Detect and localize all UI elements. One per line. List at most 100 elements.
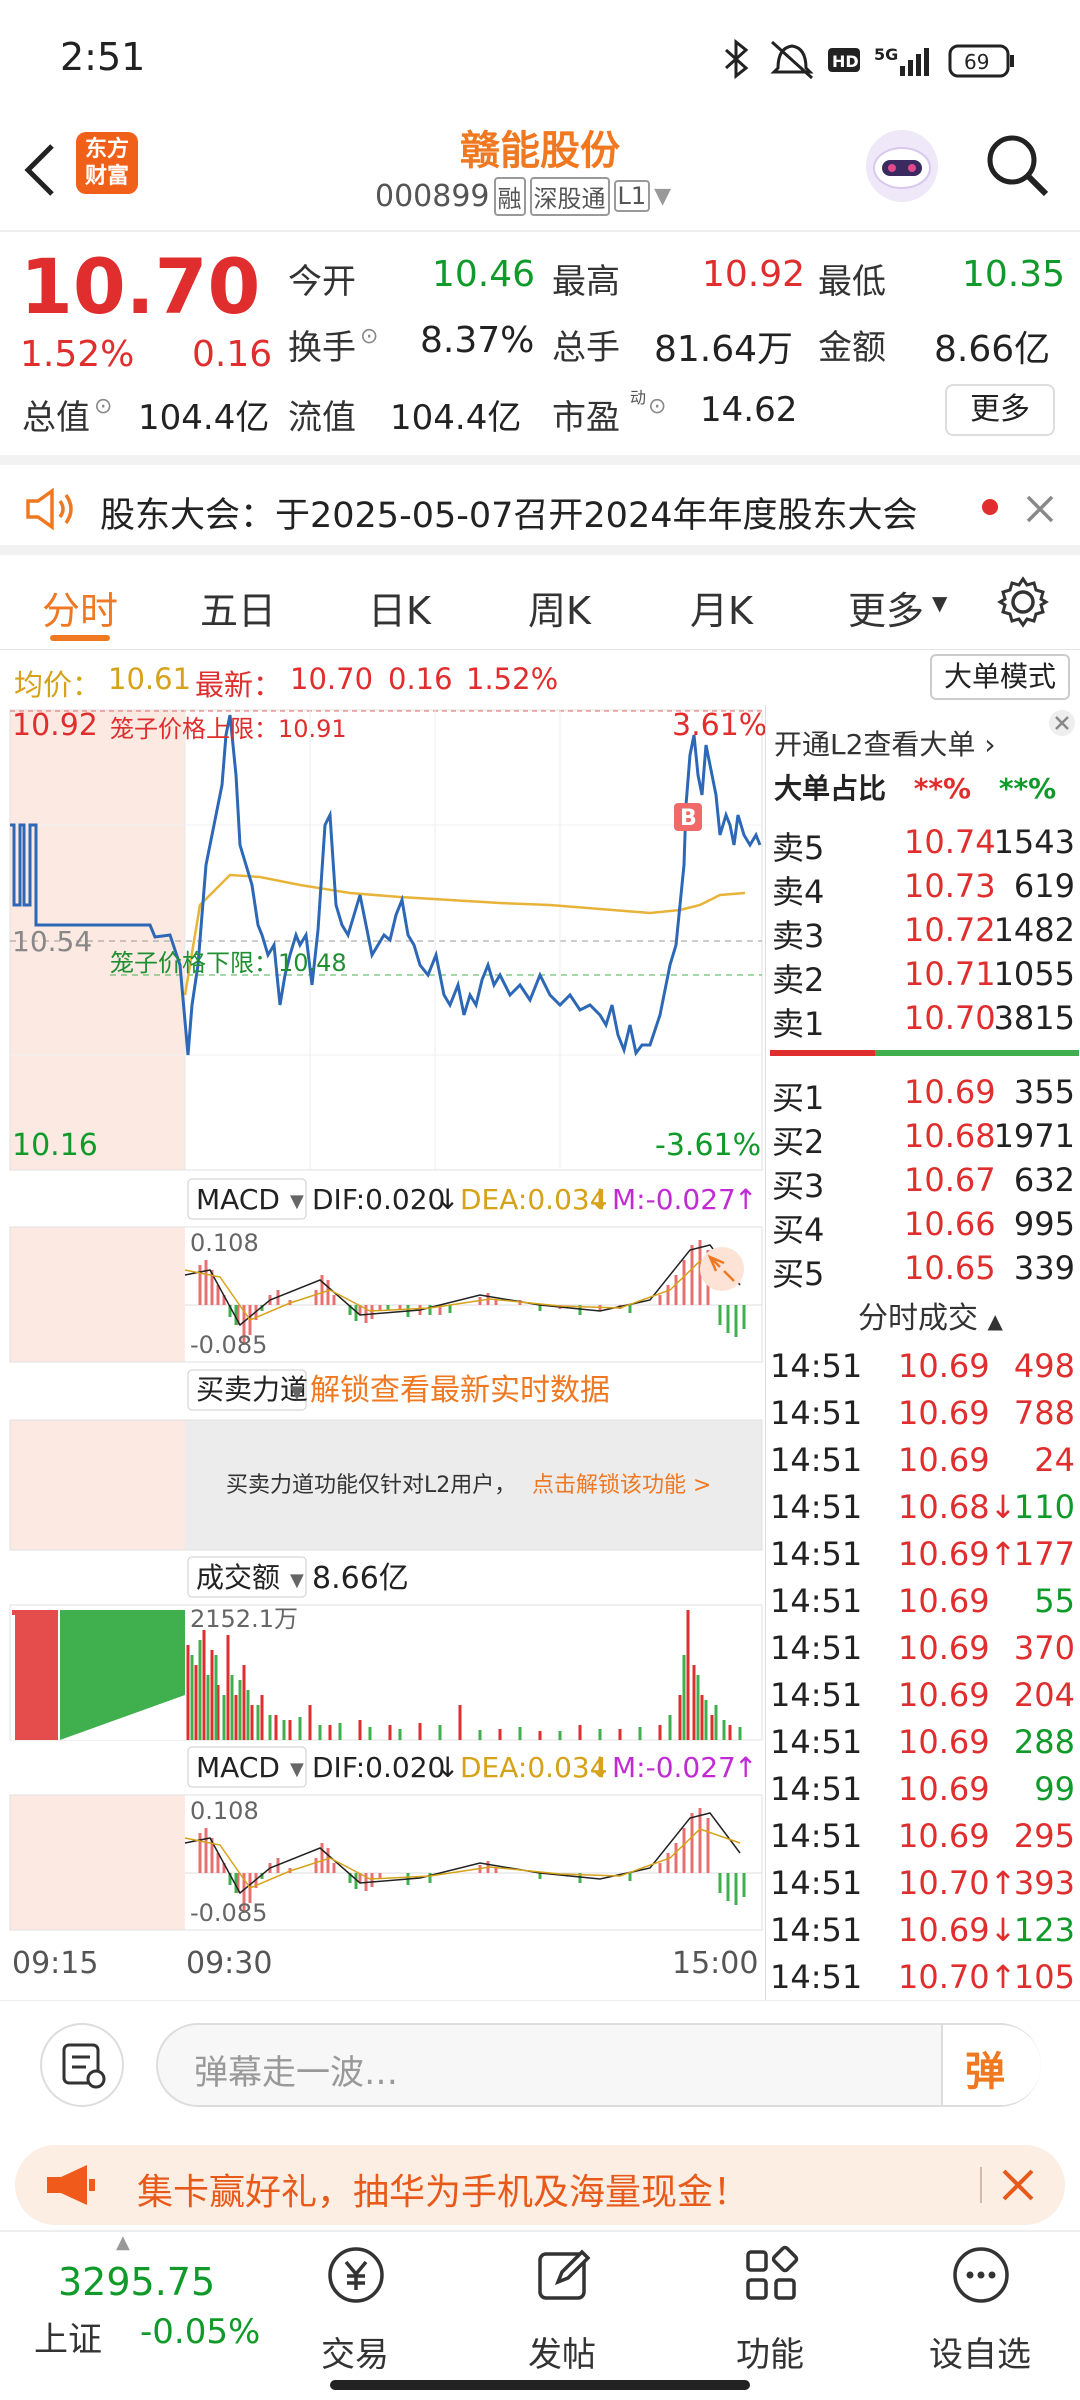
info-icon[interactable]: ⊙ xyxy=(94,394,112,419)
search-icon[interactable] xyxy=(982,130,1054,202)
tab-daily-k[interactable]: 日K xyxy=(368,580,431,635)
info-icon[interactable]: ⊙ xyxy=(648,394,666,419)
last-value: 10.70 xyxy=(290,662,374,696)
chevron-right-icon: › xyxy=(984,728,996,761)
big-ratio-green: **% xyxy=(998,772,1057,805)
nav-trade[interactable]: 交易 xyxy=(275,2232,435,2382)
status-icons: HD 5G 69 xyxy=(724,38,1014,80)
bid-row[interactable]: 买4 10.66 995 xyxy=(766,1205,1080,1249)
close-icon[interactable] xyxy=(1000,2167,1036,2203)
svg-text:▼: ▼ xyxy=(290,1191,304,1212)
svg-text:MACD: MACD xyxy=(196,1183,280,1216)
bid-row[interactable]: 买2 10.68 1971 xyxy=(766,1117,1080,1161)
tab-indicator xyxy=(50,635,110,641)
nav-post[interactable]: 发帖 xyxy=(482,2232,642,2382)
power-unlock-link: 点击解锁该功能 > xyxy=(532,1473,711,1498)
tab-five-day[interactable]: 五日 xyxy=(200,580,276,635)
change-value: 0.16 xyxy=(388,662,453,696)
mid-price-label: 10.54 xyxy=(12,925,92,958)
trade-row: 14:51 10.69 788 xyxy=(770,1394,1075,1432)
trade-row: 14:51 10.69 55 xyxy=(770,1582,1075,1620)
expand-icon xyxy=(700,1247,744,1291)
nav-functions[interactable]: 功能 xyxy=(690,2232,850,2382)
chevron-down-icon[interactable]: ▼ xyxy=(932,591,947,615)
svg-text:▼: ▼ xyxy=(290,1759,304,1780)
ask-row[interactable]: 卖3 10.72 1482 xyxy=(766,911,1080,955)
tab-weekly-k[interactable]: 周K xyxy=(528,580,591,635)
bottom-nav: ▲ 3295.75 上证 -0.05% 交易 发帖 功能 设自选 xyxy=(0,2230,1080,2400)
battery-level: 69 xyxy=(964,50,989,74)
svg-text:↓: ↓ xyxy=(588,1183,611,1216)
trade-row: 14:51 10.69 295 xyxy=(770,1817,1075,1855)
open-value: 10.46 xyxy=(432,254,536,295)
open-l2-link[interactable]: 开通L2查看大单 › xyxy=(774,723,996,763)
low-value: 10.35 xyxy=(962,254,1066,295)
macd2-top-label: 0.108 xyxy=(190,1797,259,1825)
big-ratio-red: **% xyxy=(913,772,972,805)
tab-intraday[interactable]: 分时 xyxy=(42,580,118,635)
pe-sup: 动 xyxy=(630,388,647,407)
mcap-value: 104.4亿 xyxy=(138,398,270,438)
robot-assistant-icon[interactable] xyxy=(862,126,942,206)
volume-value: 81.64万 xyxy=(654,329,794,370)
ask-row[interactable]: 卖4 10.73 619 xyxy=(766,867,1080,911)
intraday-chart[interactable]: 10.92 笼子价格上限：10.91 3.61% 10.54 笼子价格下限：10… xyxy=(0,705,765,2000)
danmu-send-button[interactable]: 弹 xyxy=(941,2025,1041,2105)
promo-banner[interactable]: 集卡赢好礼，抽华为手机及海量现金！ xyxy=(15,2145,1065,2225)
signal-icon xyxy=(900,48,929,76)
tab-more[interactable]: 更多 xyxy=(848,580,924,635)
badge-level[interactable]: L1 xyxy=(613,180,651,212)
nav-add-watchlist[interactable]: 设自选 xyxy=(900,2232,1060,2382)
ratio-bar-green xyxy=(875,1050,1079,1056)
volume-value: 8.66亿 xyxy=(312,1561,409,1596)
trade-row: 14:51 10.69 99 xyxy=(770,1770,1075,1808)
badge-connect: 深股通 xyxy=(529,176,610,216)
svg-text:DEA:0.034: DEA:0.034 xyxy=(460,1183,608,1216)
danmu-placeholder: 弹幕走一波… xyxy=(194,2053,398,2093)
time-label-930: 09:30 xyxy=(186,1946,272,1981)
trade-row: 14:51 10.70↑ 105 xyxy=(770,1958,1075,1996)
float-value: 104.4亿 xyxy=(390,398,522,438)
trade-row: 14:51 10.69↑ 177 xyxy=(770,1535,1075,1573)
price-info-row: 均价： 10.61 最新： 10.70 0.16 1.52% 大单模式 xyxy=(0,650,1080,705)
comment-bar: 弹幕走一波… 弹 xyxy=(0,2000,1080,2125)
nav-trade-label: 交易 xyxy=(321,2335,389,2375)
macd-header-2: MACD ▼ DIF:0.020 ↓ DEA:0.034 ↓ M:-0.027 … xyxy=(187,1746,757,1788)
app-logo[interactable]: 东方财富 xyxy=(76,132,138,194)
danmu-settings-button[interactable] xyxy=(40,2023,124,2107)
pe-label: 市盈 xyxy=(552,398,620,438)
order-book-panel: 开通L2查看大单 › 大单占比 **% **% 卖5 10.74 1543 卖4 10… xyxy=(765,705,1080,2000)
back-icon[interactable] xyxy=(18,140,62,200)
bottom-price-label: 10.16 xyxy=(12,1128,98,1163)
quote-panel: 10.70 1.52% 0.16 今开 10.46 最高 10.92 最低 10… xyxy=(0,230,1080,455)
danmu-input[interactable]: 弹幕走一波… 弹 xyxy=(156,2023,1041,2107)
avg-value: 10.61 xyxy=(108,662,192,696)
trade-row: 14:51 10.69 498 xyxy=(770,1347,1075,1385)
close-icon[interactable] xyxy=(1022,491,1058,527)
tab-monthly-k[interactable]: 月K xyxy=(690,580,753,635)
info-icon[interactable]: ⊙ xyxy=(360,324,378,349)
home-indicator xyxy=(330,2380,750,2390)
ask-row[interactable]: 卖1 10.70 3815 xyxy=(766,999,1080,1043)
ask-row[interactable]: 卖5 10.74 1543 xyxy=(766,823,1080,867)
index-value: 3295.75 xyxy=(58,2260,216,2304)
close-icon[interactable] xyxy=(1048,709,1076,737)
index-name: 上证 xyxy=(34,2320,102,2360)
trade-row: 14:51 10.68↓ 110 xyxy=(770,1488,1075,1526)
trade-row: 14:51 10.69 24 xyxy=(770,1441,1075,1479)
svg-text:MACD: MACD xyxy=(196,1751,280,1784)
big-order-mode-button[interactable]: 大单模式 xyxy=(930,654,1070,700)
trades-title-button[interactable]: 分时成交 ▲ xyxy=(858,1293,1003,1337)
chevron-down-icon[interactable]: ▼ xyxy=(654,184,671,209)
more-button[interactable]: 更多 xyxy=(945,384,1055,436)
bid-row[interactable]: 买5 10.65 339 xyxy=(766,1249,1080,1293)
power-hint: 买卖力道功能仅针对L2用户， xyxy=(226,1473,516,1498)
index-ticker[interactable]: ▲ 3295.75 上证 -0.05% xyxy=(0,2232,260,2382)
trade-list: 14:51 10.69 498 14:51 10.69 788 14:51 10.69 24… xyxy=(766,1337,1080,1997)
bid-row[interactable]: 买1 10.69 355 xyxy=(766,1073,1080,1117)
bid-row[interactable]: 买3 10.67 632 xyxy=(766,1161,1080,1205)
gear-icon[interactable] xyxy=(996,575,1050,629)
notice-bar[interactable]: 股东大会：于2025-05-07召开2024年年度股东大会 xyxy=(0,455,1080,555)
stock-code: 000899 xyxy=(375,178,490,214)
ask-row[interactable]: 卖2 10.71 1055 xyxy=(766,955,1080,999)
